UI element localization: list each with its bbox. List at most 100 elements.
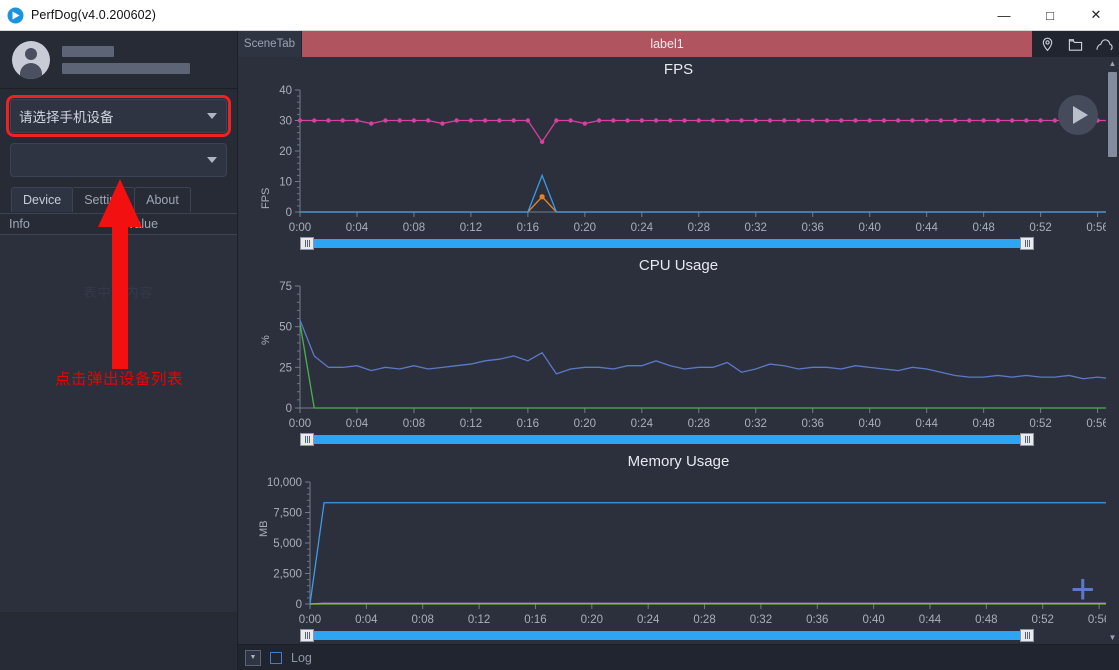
svg-text:0:20: 0:20 [581,614,603,626]
svg-text:0:04: 0:04 [355,614,378,626]
svg-text:0:00: 0:00 [289,418,311,430]
svg-text:0:12: 0:12 [460,418,482,430]
play-button-icon[interactable] [1058,95,1098,135]
scene-bar-icons [1033,31,1119,57]
annotation-text: 点击弹出设备列表 [54,371,183,388]
app-select-wrap [0,133,237,177]
charts-area: FPS FPS 0 10 20 30 40 0:00 0:04 0:08 0:12 0:16 0:2… [238,57,1119,644]
svg-text:0:44: 0:44 [919,614,942,626]
svg-text:0:24: 0:24 [631,222,654,234]
log-checkbox[interactable] [270,651,282,664]
svg-text:75: 75 [279,281,292,293]
device-select-value: 请选择手机设备 [19,110,114,125]
svg-text:0:40: 0:40 [862,614,884,626]
scroll-down-arrow-icon[interactable]: ▼ [1106,631,1119,644]
svg-text:0: 0 [286,207,292,219]
slider-left-handle[interactable] [300,433,314,446]
svg-text:0:08: 0:08 [403,418,425,430]
folder-icon[interactable] [1068,37,1083,52]
svg-text:0:04: 0:04 [346,418,369,430]
slider-right-handle[interactable] [1020,237,1034,250]
scroll-up-arrow-icon[interactable]: ▲ [1106,57,1119,70]
log-label: Log [291,650,312,665]
scene-tab[interactable]: SceneTab [238,31,301,57]
svg-text:0:32: 0:32 [745,418,767,430]
slider-right-handle[interactable] [1020,629,1034,642]
app-window: PerfDog(v4.0.200602) — □ ✕ 请选择手机设备 Devic… [0,0,1119,670]
cloud-icon[interactable] [1095,37,1113,52]
svg-text:0:20: 0:20 [574,222,596,234]
scrollbar-thumb[interactable] [1108,72,1117,157]
svg-text:7,500: 7,500 [273,508,302,520]
svg-text:0:36: 0:36 [802,222,824,234]
window-controls: — □ ✕ [981,0,1119,31]
svg-text:0:16: 0:16 [524,614,546,626]
content-pane: SceneTab label1 FPS FPS 0 10 20 30 40 0:… [238,31,1119,670]
svg-text:0:04: 0:04 [346,222,369,234]
chart-range-slider-fps[interactable] [300,237,1034,250]
svg-text:30: 30 [279,116,292,128]
svg-text:0:48: 0:48 [975,614,997,626]
expand-down-icon[interactable]: ▼ [245,649,261,666]
svg-text:0:44: 0:44 [915,418,938,430]
tab-device[interactable]: Device [11,187,74,212]
sidebar: 请选择手机设备 Device Setting About Info Value … [0,31,238,670]
chart-memory: Memory Usage MB 0 2,500 5,000 7,500 10,000 0:… [238,449,1119,644]
svg-text:0:28: 0:28 [688,222,710,234]
slider-track[interactable] [314,631,1020,640]
chevron-down-icon [207,113,217,119]
device-select[interactable]: 请选择手机设备 [6,95,231,137]
svg-text:2,500: 2,500 [273,569,302,581]
app-select[interactable] [10,143,227,177]
scene-tab-bar: SceneTab label1 [238,31,1119,57]
svg-text:0:16: 0:16 [517,418,539,430]
title-bar: PerfDog(v4.0.200602) — □ ✕ [0,0,1119,31]
slider-right-handle[interactable] [1020,433,1034,446]
svg-text:0:20: 0:20 [574,418,596,430]
svg-text:20: 20 [279,146,292,158]
up-arrow-annotation-icon [92,179,148,374]
svg-text:0:52: 0:52 [1032,614,1054,626]
svg-text:5,000: 5,000 [273,538,302,550]
chart-cpu: CPU Usage % 0 25 50 75 0:00 0:04 0:08 0:12 0:16 0… [238,253,1119,449]
svg-text:40: 40 [279,85,292,97]
user-info [62,45,190,74]
maximize-button[interactable]: □ [1027,0,1073,31]
slider-track[interactable] [314,435,1020,444]
status-bar: ▼ Log [238,644,1119,670]
window-title: PerfDog(v4.0.200602) [31,8,156,22]
chart-range-slider-cpu[interactable] [300,433,1034,446]
svg-text:0:28: 0:28 [693,614,715,626]
chart-range-slider-memory[interactable] [300,629,1034,642]
svg-text:0:52: 0:52 [1029,222,1051,234]
user-name-redacted [62,45,114,57]
svg-text:0:32: 0:32 [750,614,772,626]
chart-plot-fps: 0 10 20 30 40 0:00 0:04 0:08 0:12 0:16 0:20 0:24 0:2… [279,85,1119,234]
svg-text:0:08: 0:08 [412,614,434,626]
label-tab[interactable]: label1 [301,31,1033,57]
user-id-redacted [62,62,190,74]
location-pin-icon[interactable] [1040,37,1055,52]
svg-text:0:24: 0:24 [631,418,654,430]
user-profile[interactable] [0,31,237,89]
svg-text:0:36: 0:36 [806,614,828,626]
plus-add-icon[interactable]: + [1070,568,1095,610]
close-button[interactable]: ✕ [1073,0,1119,31]
svg-text:0:40: 0:40 [859,222,881,234]
svg-text:10,000: 10,000 [267,477,302,489]
svg-text:0: 0 [286,403,292,415]
slider-track[interactable] [314,239,1020,248]
minimize-button[interactable]: — [981,0,1027,31]
svg-text:0:40: 0:40 [859,418,881,430]
chart-plot-cpu: 0 25 50 75 0:00 0:04 0:08 0:12 0:16 0:20 0:24 0:28 0… [279,281,1119,430]
svg-text:0:48: 0:48 [972,418,994,430]
svg-text:0:12: 0:12 [468,614,490,626]
slider-left-handle[interactable] [300,237,314,250]
svg-text:0:24: 0:24 [637,614,660,626]
svg-text:0:00: 0:00 [299,614,321,626]
perfdog-logo-icon [7,7,24,24]
vertical-scrollbar[interactable]: ▲ ▼ [1106,57,1119,644]
slider-left-handle[interactable] [300,629,314,642]
svg-text:0:00: 0:00 [289,222,311,234]
svg-text:0:08: 0:08 [403,222,425,234]
